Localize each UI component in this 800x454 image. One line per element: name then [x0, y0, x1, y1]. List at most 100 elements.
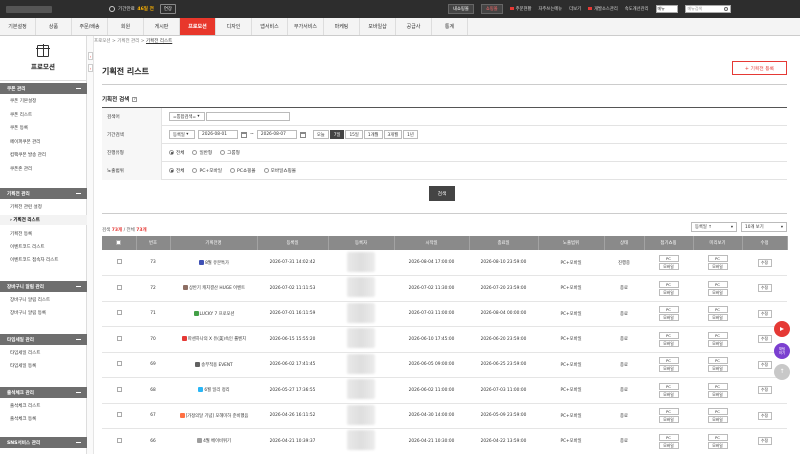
row-name[interactable]: LUCKY 7 프로모션 — [170, 301, 257, 327]
menu-app[interactable]: 앱서비스 — [252, 18, 288, 35]
shopping-mobile-button[interactable]: 모바일 — [658, 263, 679, 270]
sort-select[interactable]: 등록일 ↑ ▾ — [691, 222, 737, 232]
logo[interactable] — [0, 0, 75, 18]
checkbox[interactable] — [116, 437, 122, 443]
row-name[interactable]: 파센하나의 X 유(美)속인 롤벤치 — [170, 326, 257, 353]
top-link-speed[interactable]: 속도개선관리 — [625, 6, 649, 12]
row-select[interactable] — [102, 250, 136, 276]
row-select[interactable] — [102, 352, 136, 378]
page-size-select[interactable]: 10개 보기 ▾ — [741, 222, 787, 232]
shopping-mobile-button[interactable]: 모바일 — [658, 416, 679, 424]
menu-board[interactable]: 게시판 — [144, 18, 180, 35]
period-type-select[interactable]: 등록일 ▾ — [169, 130, 195, 139]
top-link-favorites[interactable]: 자주쓰는메뉴 — [538, 6, 562, 12]
status-radio-normal[interactable]: 일반형 — [192, 150, 212, 156]
menu-member[interactable]: 회원 — [108, 18, 144, 35]
menu-order[interactable]: 주문/배송 — [72, 18, 108, 35]
row-select[interactable] — [102, 377, 136, 404]
shopping-pc-button[interactable]: PC — [658, 280, 679, 288]
exposure-radio-all[interactable]: 전체 — [169, 168, 184, 174]
sidebar-item[interactable]: 쿠폰존 관리 — [0, 164, 87, 174]
preview-pc-button[interactable]: PC — [707, 331, 728, 339]
search-button[interactable]: 검색 — [429, 186, 455, 201]
sidebar-item[interactable]: 기획전 등록 — [0, 229, 87, 239]
date-from-input[interactable]: 2026-08-01 — [198, 130, 238, 139]
shopping-mobile-button[interactable]: 모바일 — [658, 390, 679, 398]
row-name[interactable]: 상반기 캐치결산 HUGE 이벤트 — [170, 275, 257, 302]
period-15d-button[interactable]: 15일 — [345, 130, 363, 139]
period-7d-button[interactable]: 7일 — [329, 130, 345, 139]
breadcrumb-item[interactable]: 기획전 관리 — [117, 39, 139, 44]
preview-pc-button[interactable]: PC — [707, 306, 728, 314]
shopping-pc-button[interactable]: PC — [658, 357, 679, 365]
sidebar-section-exhibition[interactable]: 기획전 관리 — [0, 188, 87, 199]
shopping-pc-button[interactable]: PC — [658, 306, 679, 314]
sidebar-item[interactable]: 이벤트코드 접속자 리스트 — [0, 255, 87, 265]
menu-product[interactable]: 상품 — [36, 18, 72, 35]
shopping-pc-button[interactable]: PC — [658, 255, 679, 262]
sidebar-section-coupon[interactable]: 쿠폰 관리 — [0, 83, 87, 94]
preview-pc-button[interactable]: PC — [707, 408, 728, 416]
checkbox[interactable] — [116, 361, 122, 367]
menu-select[interactable]: 메뉴 — [655, 5, 678, 13]
preview-pc-button[interactable]: PC — [707, 382, 728, 390]
sidebar-item[interactable]: 쿠폰 등록 — [0, 123, 87, 133]
top-link-dev[interactable]: 개발소스관리 — [588, 6, 618, 12]
checkbox[interactable] — [116, 386, 122, 392]
sidebar-collapse-icon[interactable]: ‹ — [88, 52, 93, 60]
sidebar-item[interactable]: 타임세일 등록 — [0, 361, 87, 371]
add-exhibition-button[interactable]: + 기획전 등록 — [732, 61, 787, 75]
exposure-radio-mobile[interactable]: 모바일쇼핑몰 — [263, 168, 296, 174]
preview-mobile-button[interactable]: 모바일 — [707, 314, 728, 322]
preview-mobile-button[interactable]: 모바일 — [707, 288, 728, 296]
preview-pc-button[interactable]: PC — [707, 255, 728, 262]
shopping-pc-button[interactable]: PC — [658, 331, 679, 339]
sidebar-section-cart-alert[interactable]: 장바구니 알림 관리 — [0, 281, 87, 292]
preview-mobile-button[interactable]: 모바일 — [707, 390, 728, 398]
my-shop-button[interactable]: 내쇼핑몰 — [448, 4, 474, 14]
row-name[interactable]: 6월 일리 정리 — [170, 377, 257, 404]
edit-button[interactable]: 수정 — [757, 386, 772, 395]
sidebar-section-timesale[interactable]: 타임세일 관리 — [0, 334, 87, 345]
row-select[interactable] — [102, 403, 136, 429]
period-today-button[interactable]: 오늘 — [312, 130, 329, 139]
edit-button[interactable]: 수정 — [757, 411, 772, 420]
sidebar-item[interactable]: 페이퍼쿠폰 관리 — [0, 137, 87, 147]
sidebar-item[interactable]: 쿠폰 리스트 — [0, 110, 87, 120]
sidebar-item[interactable]: 타임세일 리스트 — [0, 348, 87, 358]
period-1y-button[interactable]: 1년 — [403, 130, 418, 139]
top-link-orders[interactable]: 주문현황 — [509, 6, 531, 12]
shopping-mobile-button[interactable]: 모바일 — [658, 441, 679, 449]
menu-marketing[interactable]: 마케팅 — [324, 18, 360, 35]
edit-button[interactable]: 수정 — [757, 335, 772, 344]
menu-design[interactable]: 디자인 — [216, 18, 252, 35]
menu-stats[interactable]: 통계 — [432, 18, 468, 35]
preview-mobile-button[interactable]: 모바일 — [707, 441, 728, 449]
menu-mobile[interactable]: 모바일샵 — [360, 18, 396, 35]
header-select-all[interactable] — [102, 236, 137, 250]
checkbox[interactable] — [116, 412, 122, 418]
shopping-pc-button[interactable]: PC — [658, 382, 679, 390]
checkbox[interactable] — [116, 310, 122, 316]
sidebar-section-attendance[interactable]: 출석체크 관리 — [0, 387, 87, 398]
row-select[interactable] — [102, 275, 136, 302]
calendar-icon[interactable] — [299, 131, 306, 138]
edit-button[interactable]: 수정 — [757, 284, 772, 293]
shopping-mobile-button[interactable]: 모바일 — [658, 339, 679, 347]
sidebar-expand-icon[interactable]: › — [88, 64, 93, 72]
row-name[interactable]: 8월 유본특가 — [170, 250, 257, 276]
sidebar-section-sns[interactable]: SNS서비스 관리 — [0, 437, 87, 448]
shopping-pc-button[interactable]: PC — [658, 433, 679, 441]
period-3m-button[interactable]: 3개월 — [383, 130, 403, 139]
top-link-more[interactable]: 더보기 — [569, 6, 581, 12]
sidebar-item[interactable]: 출석체크 리스트 — [0, 401, 87, 411]
breadcrumb-item[interactable]: 프로모션 — [94, 39, 111, 44]
status-radio-group[interactable]: 그룹형 — [220, 150, 240, 156]
preview-mobile-button[interactable]: 모바일 — [707, 263, 728, 270]
row-name[interactable]: 4월 베이비위기 — [170, 428, 257, 454]
period-1m-button[interactable]: 1개월 — [363, 130, 383, 139]
menu-supplier[interactable]: 공급사 — [396, 18, 432, 35]
sidebar-item-exhibition-list[interactable]: › 기획전 리스트 — [0, 215, 87, 225]
sidebar-item[interactable]: 기획전 관련 설정 — [0, 202, 87, 212]
edit-button[interactable]: 수정 — [757, 309, 772, 318]
